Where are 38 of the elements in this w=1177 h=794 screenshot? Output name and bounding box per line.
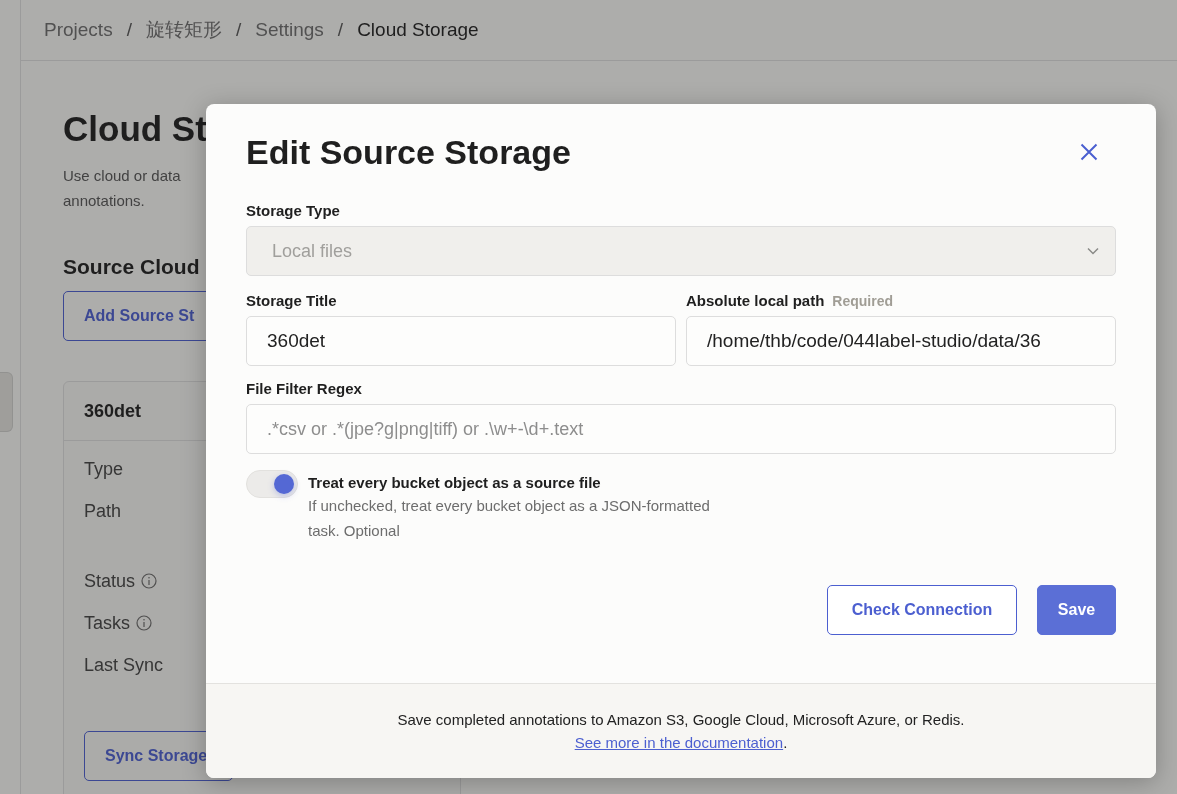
breadcrumb-separator: / bbox=[126, 19, 132, 41]
field-label: Last Sync bbox=[84, 654, 164, 676]
info-icon[interactable] bbox=[136, 615, 152, 631]
documentation-link[interactable]: See more in the documentation bbox=[574, 734, 784, 751]
breadcrumb-separator: / bbox=[337, 19, 344, 41]
required-hint: Required bbox=[832, 293, 894, 309]
field-label: Path bbox=[84, 500, 122, 522]
field-label: Storage Title bbox=[246, 292, 338, 309]
toggle-description: If unchecked, treat every bucket object as a JSON-formatted task. Optional bbox=[308, 496, 711, 541]
storage-name: 360det bbox=[84, 400, 142, 422]
close-icon[interactable] bbox=[1079, 142, 1099, 162]
description-text: annotations. bbox=[63, 191, 145, 211]
breadcrumb-link[interactable]: Projects bbox=[44, 19, 113, 41]
check-connection-button[interactable]: Check Connection bbox=[827, 585, 1017, 635]
breadcrumb-link[interactable]: Cloud Storage bbox=[357, 19, 479, 41]
footer-period: . bbox=[783, 734, 788, 751]
field-label: Absolute local path bbox=[686, 292, 825, 309]
storage-title-field[interactable]: 360det bbox=[246, 316, 676, 366]
dialog-title: Edit Source Storage bbox=[246, 132, 571, 172]
breadcrumb-link[interactable]: Settings bbox=[255, 19, 324, 41]
file-filter-field[interactable]: .*csv or .*(jpe?g|png|tiff) or .\w+-\d+.text bbox=[246, 404, 1116, 454]
save-button[interactable]: Save bbox=[1037, 585, 1116, 635]
local-path-field[interactable]: /home/thb/code/044label-studio/data/36 bbox=[686, 316, 1116, 366]
toggle-switch[interactable] bbox=[246, 470, 298, 498]
field-label: Type bbox=[84, 458, 124, 480]
info-icon[interactable] bbox=[141, 573, 158, 589]
field-label: File Filter Regex bbox=[246, 380, 363, 397]
toggle-label: Treat every bucket object as a source file bbox=[308, 474, 602, 491]
description-text: Use cloud or data bbox=[63, 166, 181, 186]
breadcrumb-link[interactable]: 旋转矩形 bbox=[145, 17, 222, 43]
field-label: Tasks bbox=[84, 612, 130, 634]
field-label: Storage Type bbox=[246, 202, 341, 219]
chevron-icon bbox=[1087, 247, 1099, 255]
breadcrumb-separator: / bbox=[235, 19, 242, 41]
section-title: Source Cloud bbox=[63, 255, 201, 279]
footer-text: Save completed annotations to Amazon S3, Google Cloud, Microsoft Azure, or Redis. bbox=[397, 711, 965, 728]
page-title: Cloud St bbox=[63, 109, 208, 149]
field-label: Status bbox=[84, 570, 136, 592]
